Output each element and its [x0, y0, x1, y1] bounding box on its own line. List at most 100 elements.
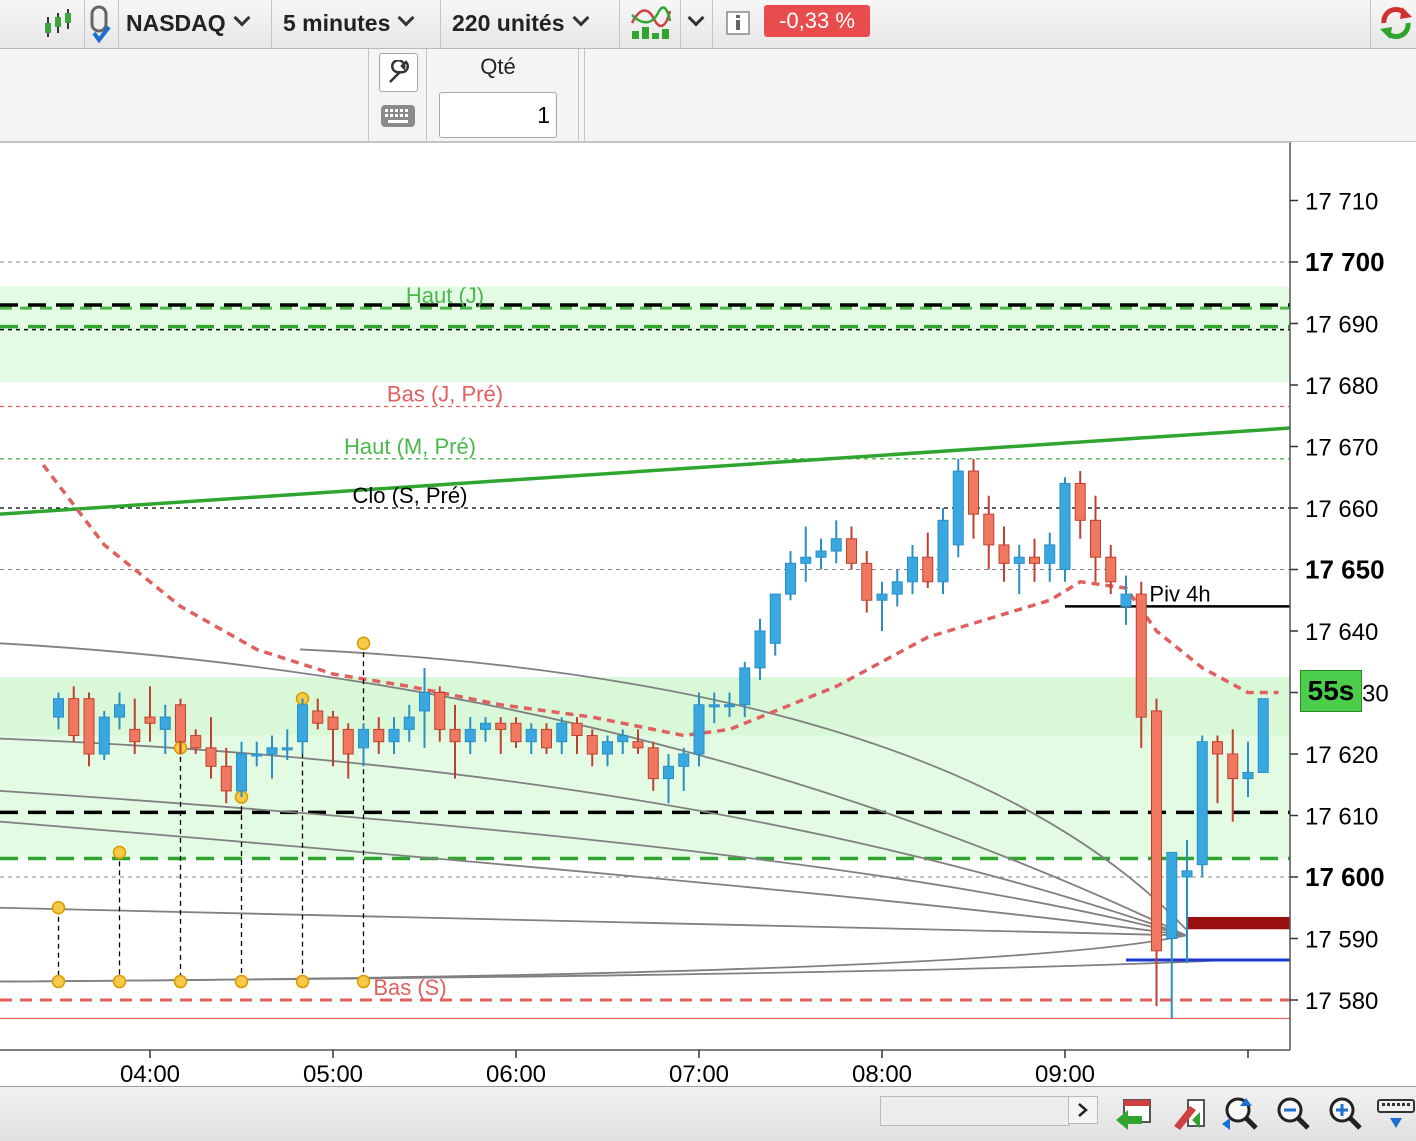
candle [952, 458, 964, 558]
candle [1013, 544, 1025, 595]
candle-body [1181, 870, 1193, 878]
candle [983, 495, 995, 570]
zoom-out-icon[interactable] [1272, 1094, 1312, 1132]
instrument-label: NASDAQ [126, 9, 226, 36]
forecast-curve [0, 934, 1187, 983]
price-tick-label: 17 700 [1305, 247, 1385, 277]
zoom-in-icon[interactable] [1324, 1094, 1364, 1132]
candle-body [693, 704, 705, 755]
time-tick-label: 04:00 [120, 1061, 180, 1086]
candle-body [876, 593, 888, 601]
candle-body [449, 728, 461, 743]
candle-body [1105, 556, 1117, 583]
zoom-fit-icon[interactable] [1220, 1094, 1260, 1132]
candle [1029, 538, 1040, 582]
candle-body [998, 544, 1010, 564]
candle [1257, 698, 1269, 773]
candle-body [83, 698, 95, 755]
candle-body [205, 747, 217, 767]
bar-countdown-badge: 55s [1300, 670, 1362, 712]
chevron-down-icon [233, 9, 251, 27]
price-chart[interactable]: Haut (J) Bas (J, Pré) Haut (M, Pré) Clo (S,… [0, 142, 1416, 1086]
candle-body [190, 735, 202, 749]
candle-body [510, 722, 522, 743]
wrench-icon[interactable] [379, 53, 418, 92]
time-tick-label: 09:00 [1035, 1061, 1095, 1086]
candle-body [937, 519, 949, 583]
candle-body [1074, 482, 1086, 521]
candle-body [144, 716, 156, 724]
quantity-label: Qté [480, 54, 516, 79]
candle [861, 551, 873, 613]
candle-body [1151, 710, 1162, 952]
pivot-dot [295, 974, 310, 989]
candle [754, 618, 766, 681]
candle-body [1029, 556, 1040, 564]
price-tick-label: 17 650 [1305, 555, 1385, 585]
candle-body [922, 556, 934, 583]
time-tick-label: 05:00 [303, 1061, 363, 1086]
candle-body [602, 741, 613, 755]
candle-body [983, 513, 995, 546]
chevron-down-icon [572, 9, 589, 27]
draw-tool-icon[interactable] [1170, 1096, 1210, 1132]
timeframe-select[interactable]: 5 minutes [283, 0, 415, 46]
candle-body [419, 692, 430, 712]
refresh-icon[interactable] [1376, 0, 1416, 46]
timeframe-label: 5 minutes [283, 9, 391, 36]
instrument-select[interactable]: NASDAQ [126, 0, 251, 46]
candle-body [708, 704, 720, 708]
indicators-dropdown[interactable] [686, 0, 705, 46]
pivot-dot [112, 974, 127, 989]
candle-body [678, 753, 690, 767]
candlestick-chart-icon[interactable] [40, 0, 76, 46]
paperclip-check-icon[interactable] [88, 0, 112, 46]
pivot-dot [356, 974, 371, 989]
candle-body [632, 741, 644, 749]
units-label: 220 unités [452, 9, 565, 36]
candle [1120, 575, 1132, 625]
candle-body [647, 747, 659, 780]
price-tick-label: 17 710 [1305, 189, 1378, 216]
info-icon[interactable] [726, 0, 750, 46]
candle-body [175, 704, 186, 743]
candle-body [525, 728, 537, 743]
candle-body [480, 722, 491, 730]
candle-body [1166, 851, 1178, 940]
candle [1044, 532, 1056, 582]
candle-body [724, 704, 735, 708]
time-tick-label: 08:00 [852, 1061, 912, 1086]
candle-body [541, 728, 552, 749]
target-zone-marker [1186, 916, 1290, 930]
pivot-dot [51, 974, 66, 989]
price-tick-label: 30 [1362, 681, 1389, 708]
candle-body [114, 704, 125, 718]
candle-body [891, 581, 903, 595]
candle-body [342, 728, 354, 755]
keyboard-icon[interactable] [379, 101, 416, 131]
calendar-back-icon[interactable] [1114, 1096, 1154, 1132]
level-label: Clo (S, Pré) [353, 483, 468, 508]
chevron-down-icon [397, 9, 415, 27]
time-tick-label: 07:00 [669, 1061, 729, 1086]
candle-body [1135, 593, 1147, 718]
candle-body [53, 698, 64, 718]
candle [891, 569, 903, 607]
units-select[interactable]: 220 unités [452, 0, 589, 46]
candle-body [769, 593, 781, 644]
keyboard-down-icon[interactable] [1376, 1096, 1416, 1132]
candle [800, 526, 812, 582]
candle-body [373, 728, 385, 743]
horizontal-scrollbar[interactable] [880, 1096, 1070, 1126]
candle [998, 526, 1010, 582]
chevron-right-icon [1078, 1103, 1088, 1117]
scroll-right-button[interactable] [1068, 1096, 1098, 1124]
time-tick-label: 06:00 [486, 1061, 546, 1086]
quantity-field[interactable]: 1 [439, 92, 557, 138]
candle [1059, 477, 1071, 582]
candle-body [1227, 753, 1239, 780]
indicators-icon[interactable] [630, 0, 672, 46]
level-label: Piv 4h [1149, 581, 1210, 606]
candle-body [1044, 544, 1056, 564]
candle-body [571, 722, 583, 737]
